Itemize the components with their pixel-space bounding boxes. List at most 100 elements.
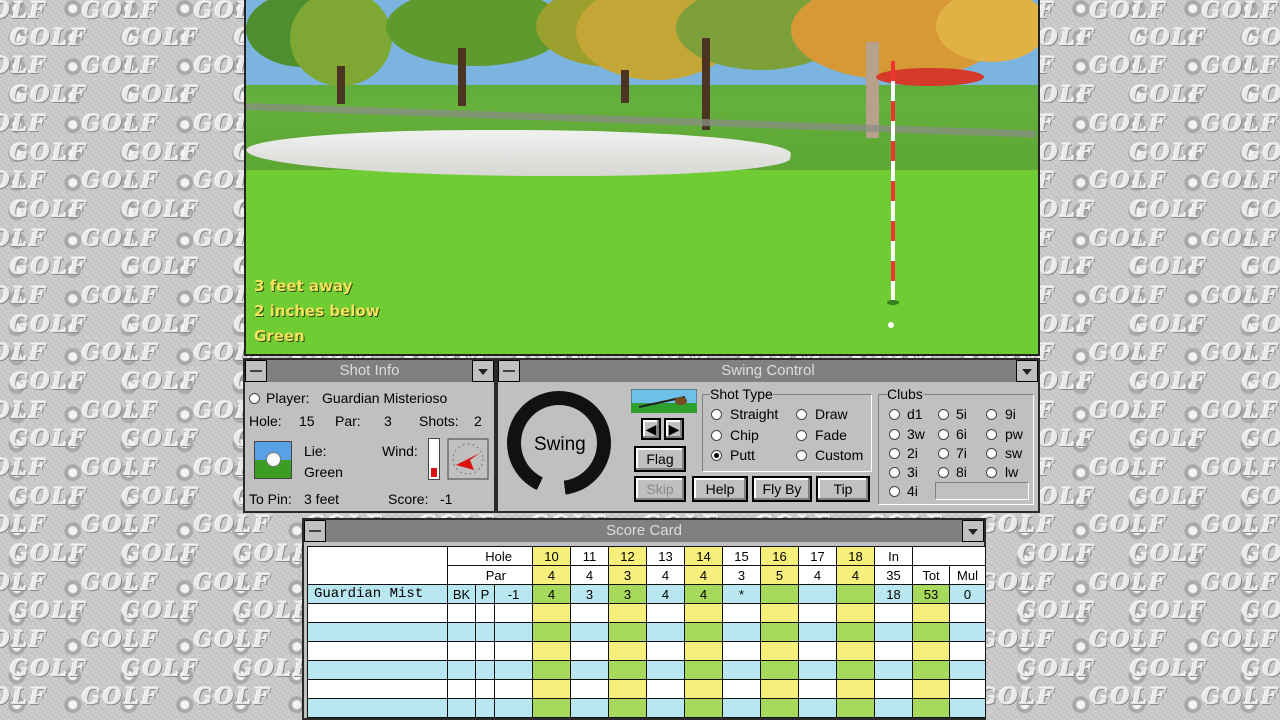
player-radio[interactable]	[249, 393, 260, 404]
system-menu-button[interactable]	[498, 360, 520, 382]
tot-label: Tot	[912, 565, 950, 585]
shot-type-chip-radio[interactable]	[711, 430, 722, 441]
club-9i: 9i	[1005, 406, 1016, 422]
shot-overlay: 3 feet away 2 inches below Green	[254, 274, 380, 349]
skip-button[interactable]: Skip	[634, 476, 686, 502]
player-score-row[interactable]: Guardian Mist BK P -1 4 3 3 4 4 * 18 53 …	[307, 584, 986, 604]
player-name-cell: Guardian Mist	[307, 584, 448, 604]
shot-type-straight-radio[interactable]	[711, 409, 722, 420]
hole-number: 14	[684, 546, 723, 566]
flagstick	[891, 61, 895, 305]
swing-control-dropdown-button[interactable]	[1016, 360, 1038, 382]
club-9i-radio[interactable]	[986, 409, 997, 420]
in-par: 35	[874, 565, 913, 585]
in-label: In	[874, 546, 913, 566]
empty-score-row	[307, 622, 986, 642]
shot-type-custom-radio[interactable]	[796, 450, 807, 461]
hole-score: 3	[608, 584, 647, 604]
tree-trunk	[458, 48, 466, 106]
club-pw-radio[interactable]	[986, 429, 997, 440]
club-sw: sw	[1005, 445, 1023, 461]
score-card-corner	[307, 546, 448, 585]
shot-type-fade-radio[interactable]	[796, 430, 807, 441]
hole-par: 4	[570, 565, 609, 585]
hole-score: *	[722, 584, 761, 604]
club-3w-radio[interactable]	[889, 429, 900, 440]
club-2i-radio[interactable]	[889, 448, 900, 459]
mul-label: Mul	[949, 565, 986, 585]
shots-value: 2	[474, 413, 482, 429]
hole-number: 17	[798, 546, 837, 566]
header-blank	[912, 546, 986, 566]
club-pw: pw	[1005, 426, 1023, 442]
tip-button[interactable]: Tip	[816, 476, 870, 502]
shot-info-window: Shot Info	[243, 358, 496, 513]
wind-direction-icon	[447, 438, 489, 480]
shot-info-titlebar[interactable]: Shot Info	[267, 360, 472, 382]
hole-score	[760, 584, 799, 604]
par-value: 3	[384, 413, 392, 429]
hole-label: Hole:	[249, 413, 282, 429]
tree-trunk	[702, 38, 710, 130]
mulligan-count: 0	[949, 584, 986, 604]
shot-info-dropdown-button[interactable]	[472, 360, 494, 382]
hole-par: 4	[836, 565, 875, 585]
shot-type-fade: Fade	[815, 427, 847, 443]
hole-par: 4	[798, 565, 837, 585]
shot-type-custom: Custom	[815, 447, 864, 463]
fly-by-button[interactable]: Fly By	[752, 476, 812, 502]
shot-type-chip: Chip	[730, 427, 759, 443]
hole-score: 4	[684, 584, 723, 604]
hole-number: 11	[570, 546, 609, 566]
system-menu-button[interactable]	[304, 520, 326, 542]
golf-hole	[887, 300, 899, 305]
swing-label: Swing	[534, 434, 586, 455]
ball-lie-icon	[254, 441, 292, 479]
tree-trunk	[337, 66, 345, 104]
hole-number-row: Hole 10 11 12 13 14 15 16 17 18 In	[307, 546, 986, 585]
club-d1-radio[interactable]	[889, 409, 900, 420]
club-sw-radio[interactable]	[986, 448, 997, 459]
shot-type-draw-radio[interactable]	[796, 409, 807, 420]
club-7i: 7i	[956, 445, 967, 461]
hole-number: 12	[608, 546, 647, 566]
in-score: 18	[874, 584, 913, 604]
score-value: -1	[440, 491, 453, 507]
club-6i-radio[interactable]	[938, 429, 949, 440]
shot-type-label: Shot Type	[710, 386, 773, 402]
club-3i-radio[interactable]	[889, 467, 900, 478]
club-lw-radio[interactable]	[986, 467, 997, 478]
hole-par: 4	[684, 565, 723, 585]
shot-type-straight: Straight	[730, 406, 779, 422]
shot-type-putt-radio[interactable]	[711, 450, 722, 461]
swing-control-titlebar[interactable]: Swing Control	[520, 360, 1016, 382]
hole-number: 15	[722, 546, 761, 566]
lie-value: Green	[304, 464, 343, 480]
next-club-button[interactable]: ▶	[664, 418, 684, 440]
surface-text: Green	[254, 327, 305, 345]
club-7i-radio[interactable]	[938, 448, 949, 459]
player-type: P	[475, 584, 495, 604]
lie-label: Lie:	[304, 443, 327, 459]
distance-text: 3 feet away	[254, 277, 353, 295]
empty-score-row	[307, 679, 986, 699]
course-view[interactable]: 3 feet away 2 inches below Green	[244, 0, 1040, 356]
help-button[interactable]: Help	[692, 476, 748, 502]
club-5i-radio[interactable]	[938, 409, 949, 420]
player-tee: BK	[447, 584, 476, 604]
hole-number: 18	[836, 546, 875, 566]
score-card-titlebar[interactable]: Score Card	[326, 520, 962, 542]
flag-button[interactable]: Flag	[634, 446, 686, 472]
club-8i: 8i	[956, 464, 967, 480]
hole-score	[798, 584, 837, 604]
club-4i-radio[interactable]	[889, 486, 900, 497]
prev-club-button[interactable]: ◀	[641, 418, 661, 440]
system-menu-button[interactable]	[245, 360, 267, 382]
hole-par: 4	[646, 565, 685, 585]
hole-score: 4	[646, 584, 685, 604]
score-card-dropdown-button[interactable]	[962, 520, 984, 542]
club-8i-radio[interactable]	[938, 467, 949, 478]
club-lw: lw	[1005, 464, 1019, 480]
golf-ball	[888, 322, 894, 328]
player-relative-score: -1	[494, 584, 533, 604]
